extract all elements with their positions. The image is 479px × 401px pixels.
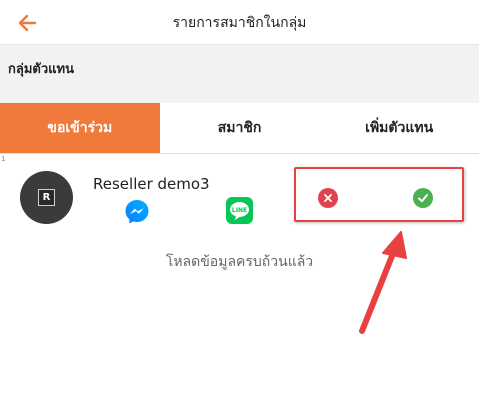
page-title: รายการสมาชิกในกลุ่ม <box>172 15 307 31</box>
avatar-initial: R <box>38 189 55 206</box>
group-name: กลุ่มตัวแทน <box>8 62 74 77</box>
row-index: 1 <box>1 155 6 163</box>
avatar: R <box>20 171 73 224</box>
messenger-icon[interactable] <box>123 198 151 226</box>
line-icon[interactable]: LINE <box>226 197 253 224</box>
group-panel: กลุ่มตัวแทน <box>0 45 479 103</box>
tab-join-requests[interactable]: ขอเข้าร่วม <box>0 103 160 153</box>
tab-bar: ขอเข้าร่วม สมาชิก เพิ่มตัวแทน <box>0 103 479 154</box>
status-message: โหลดข้อมูลครบถ้วนแล้ว <box>165 254 314 270</box>
app-header: รายการสมาชิกในกลุ่ม <box>0 0 479 45</box>
tab-members[interactable]: สมาชิก <box>159 103 320 153</box>
annotation-highlight-box <box>294 167 464 222</box>
member-name: Reseller demo3 <box>93 175 210 193</box>
line-label: LINE <box>232 207 247 214</box>
tab-add-agent[interactable]: เพิ่มตัวแทน <box>319 103 479 153</box>
